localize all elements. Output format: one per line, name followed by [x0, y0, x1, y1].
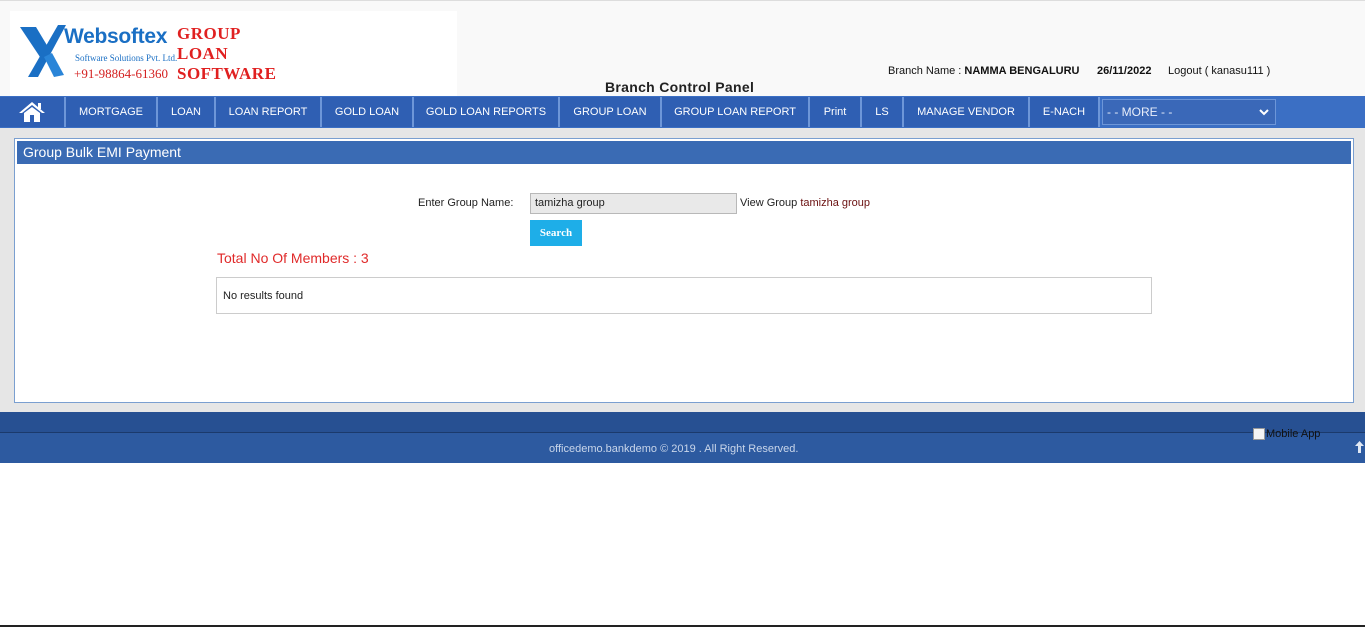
- logo-product-name: GROUP LOAN SOFTWARE: [177, 24, 276, 84]
- view-group-name: tamizha group: [800, 197, 871, 209]
- content-panel: Group Bulk EMI Payment: [14, 138, 1354, 403]
- nav-loan[interactable]: LOAN: [158, 97, 216, 127]
- group-name-label: Enter Group Name:: [418, 197, 514, 209]
- nav-loan-report[interactable]: LOAN REPORT: [216, 97, 322, 127]
- mobile-app-link[interactable]: Mobile App: [1253, 428, 1320, 440]
- nav-home-button[interactable]: [0, 97, 66, 127]
- logo: Websoftex Software Solutions Pvt. Ltd. +…: [10, 11, 457, 97]
- nav-group-loan-report[interactable]: GROUP LOAN REPORT: [662, 97, 810, 127]
- broken-image-icon: [1253, 428, 1265, 440]
- nav-mortgage[interactable]: MORTGAGE: [66, 97, 158, 127]
- more-dropdown[interactable]: - - MORE - -: [1102, 99, 1276, 125]
- mobile-app-alt-text: Mobile App: [1266, 428, 1321, 440]
- page-header: Websoftex Software Solutions Pvt. Ltd. +…: [0, 0, 1365, 97]
- footer-copyright: officedemo.bankdemo © 2019 . All Right R…: [549, 443, 799, 455]
- home-icon: [19, 102, 45, 122]
- branch-label: Branch Name :: [888, 65, 965, 77]
- search-button[interactable]: Search: [530, 220, 582, 246]
- nav-e-nach[interactable]: E-NACH: [1030, 97, 1100, 127]
- logo-tagline: Software Solutions Pvt. Ltd.: [75, 53, 178, 63]
- logo-product-line: LOAN: [177, 44, 229, 63]
- logo-product-line: SOFTWARE: [177, 64, 277, 83]
- branch-name: NAMMA BENGALURU: [964, 65, 1080, 77]
- view-group-label: View Group: [740, 197, 801, 209]
- nav-gold-loan[interactable]: GOLD LOAN: [322, 97, 414, 127]
- logo-brand: Websoftex: [64, 25, 168, 48]
- scroll-top-icon[interactable]: [1354, 440, 1365, 454]
- logout-link[interactable]: Logout ( kanasu111 ): [1168, 65, 1270, 77]
- websoftex-logo-icon: [20, 25, 66, 77]
- nav-gold-loan-reports[interactable]: GOLD LOAN REPORTS: [414, 97, 560, 127]
- footer-top-bar: [0, 412, 1365, 433]
- page-title: Group Bulk EMI Payment: [17, 141, 1351, 164]
- results-box: No results found: [216, 277, 1152, 314]
- main-nav: MORTGAGE LOAN LOAN REPORT GOLD LOAN GOLD…: [0, 96, 1365, 128]
- nav-group-loan[interactable]: GROUP LOAN: [560, 97, 662, 127]
- logo-phone: +91-98864-61360: [74, 66, 168, 81]
- nav-manage-vendor[interactable]: MANAGE VENDOR: [904, 97, 1030, 127]
- logo-product-line: GROUP: [177, 24, 241, 43]
- panel-title: Branch Control Panel: [605, 79, 755, 95]
- group-name-input[interactable]: tamizha group: [530, 193, 737, 214]
- view-group-text: View Group tamizha group: [740, 197, 870, 209]
- current-date: 26/11/2022: [1097, 65, 1151, 77]
- nav-print[interactable]: Print: [810, 97, 862, 127]
- more-dropdown-label: - - MORE - -: [1107, 105, 1173, 119]
- branch-info: Branch Name : NAMMA BENGALURU: [888, 65, 1080, 77]
- date-value: 26/11/2022: [1097, 65, 1152, 77]
- nav-ls[interactable]: LS: [862, 97, 904, 127]
- chevron-down-icon: [1259, 109, 1269, 116]
- total-members-text: Total No Of Members : 3: [217, 250, 369, 266]
